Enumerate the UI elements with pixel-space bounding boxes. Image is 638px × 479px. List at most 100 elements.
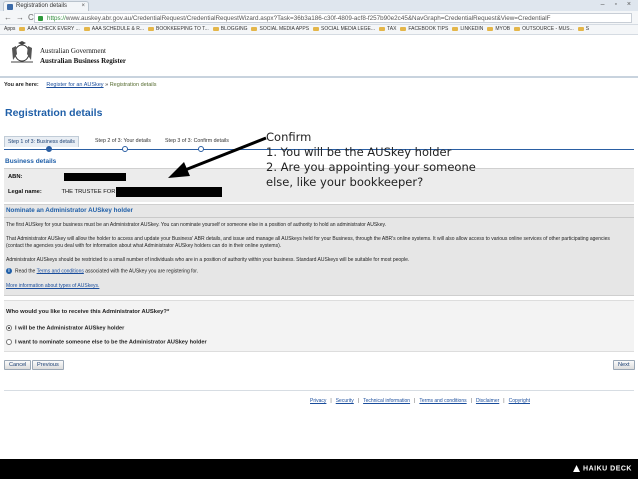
abn-redaction (64, 173, 126, 181)
branding-text: HAIKU DECK (583, 465, 632, 473)
bookmark-label: S (585, 26, 590, 32)
bookmark-item[interactable]: BOOKKEEPING TO T... (148, 26, 209, 32)
browser-tab-bar: Registration details × – ▫ × (0, 0, 638, 11)
breadcrumb-current: Registration details (109, 82, 157, 88)
lock-icon (38, 16, 43, 21)
option-self-label: I will be the Administrator AUSkey holde… (15, 325, 125, 332)
terms-link[interactable]: Terms and conditions (37, 268, 84, 274)
folder-icon (251, 26, 258, 31)
annotation-arrow-icon (168, 136, 267, 178)
footer-link[interactable]: Privacy (310, 398, 326, 404)
folder-icon (313, 26, 320, 31)
bookmark-label: Apps (4, 26, 16, 32)
bookmark-label: MYOB (495, 26, 511, 32)
holder-question: Who would you like to receive this Admin… (6, 309, 170, 315)
footer-links: Privacy | Security | Technical information | T… (310, 398, 530, 404)
haiku-deck-logo-icon (573, 465, 581, 472)
terms-row: i Read the Terms and conditions associate… (6, 268, 628, 275)
footer-separator: | (470, 398, 472, 404)
forward-icon[interactable]: → (16, 13, 28, 22)
annotation-line-4: else, like your bookkeeper? (266, 175, 424, 189)
annotation-line-1: Confirm (266, 130, 312, 144)
breadcrumb-link[interactable]: Register for an AUSkey (46, 82, 103, 88)
bookmark-item[interactable]: Apps (4, 26, 15, 32)
terms-suffix: associated with the AUSkey you are regis… (85, 268, 199, 275)
footer-separator: | (503, 398, 505, 404)
bookmark-item[interactable]: SOCIAL MEDIA APPS (251, 26, 309, 32)
nominate-para-2: That Administrator AUSkey will allow the… (6, 236, 610, 249)
site-header: Australian Government Australian Busines… (0, 36, 638, 76)
footer-separator: | (330, 398, 332, 404)
next-button[interactable]: Next (613, 360, 635, 370)
footer-link[interactable]: Terms and conditions (419, 398, 466, 404)
footer-link[interactable]: Disclaimer (476, 398, 499, 404)
info-icon: i (6, 268, 12, 274)
nav-buttons[interactable]: ←→C (4, 13, 38, 22)
radio-self[interactable] (6, 325, 12, 331)
business-details-heading: Business details (5, 158, 57, 165)
register-line: Australian Business Register (40, 57, 126, 65)
url-prefix: https:// (47, 15, 66, 22)
terms-prefix: Read the (15, 268, 36, 275)
presentation-footer-bar: HAIKU DECK (0, 459, 638, 479)
breadcrumb-separator: » (105, 82, 109, 88)
folder-icon (148, 26, 154, 31)
agency-name: Australian Government Australian Busines… (40, 46, 126, 66)
folder-icon (400, 26, 407, 31)
step-business-details: Step 1 of 3: Business details (4, 136, 79, 147)
holder-question-panel: Who would you like to receive this Admin… (4, 300, 634, 352)
bookmark-item[interactable]: OUTSOURCE - MUS... (514, 26, 574, 32)
breadcrumb: You are here: Register for an AUSkey » R… (4, 82, 156, 88)
option-nominate-other[interactable]: I want to nominate someone else to be th… (6, 339, 207, 345)
abn-row: ABN: (8, 174, 23, 180)
step-1-marker (46, 146, 52, 152)
legal-name-label: Legal name: (8, 189, 42, 195)
tab-title: Registration details (16, 3, 68, 9)
footer-link[interactable]: Copyright (509, 398, 530, 404)
cancel-button[interactable]: Cancel (4, 360, 32, 370)
radio-nominate-other[interactable] (6, 339, 12, 345)
bookmark-item[interactable]: S (577, 26, 590, 32)
browser-tab[interactable]: Registration details × (3, 1, 89, 11)
folder-icon (452, 26, 459, 31)
folder-icon (577, 26, 584, 31)
bookmark-label: TAX (387, 26, 397, 32)
bookmark-label: OUTSOURCE - MUS... (522, 26, 574, 32)
folder-icon (19, 26, 26, 31)
favicon-icon (7, 4, 13, 10)
annotation-line-2: 1. You will be the AUSkey holder (266, 145, 452, 159)
bookmark-item[interactable]: AAA CHECK EVERY ... (19, 26, 80, 32)
more-info-row: More information about types of AUSkeys. (6, 283, 628, 290)
previous-button[interactable]: Previous (32, 360, 64, 370)
footer-link[interactable]: Technical information (363, 398, 410, 404)
footer-separator: | (414, 398, 416, 404)
breadcrumb-prefix: You are here: (4, 82, 39, 88)
bookmark-item[interactable]: BLOGGING (212, 26, 248, 32)
bookmark-label: SOCIAL MEDIA LEGE... (321, 26, 376, 32)
legal-name-redaction (116, 187, 222, 197)
bookmark-item[interactable]: LINKEDIN (452, 26, 483, 32)
bookmark-item[interactable]: AAA SCHEDULE & R... (83, 26, 144, 32)
option-self[interactable]: I will be the Administrator AUSkey holde… (6, 325, 124, 331)
tab-close-icon[interactable]: × (81, 2, 85, 11)
coat-of-arms-icon (11, 41, 33, 63)
government-line: Australian Government (40, 47, 106, 55)
more-info-link[interactable]: More information about types of AUSkeys. (6, 283, 99, 289)
bookmark-label: FACEBOOK TIPS (408, 26, 449, 32)
nominate-para-1: The first AUSkey for your business must … (6, 222, 387, 228)
window-controls[interactable]: – ▫ × (601, 1, 635, 8)
bookmark-label: SOCIAL MEDIA APPS (259, 26, 310, 32)
legal-name-row: Legal name: THE TRUSTEE FOR T (8, 189, 121, 195)
bookmark-item[interactable]: MYOB (487, 26, 510, 32)
back-icon[interactable]: ← (4, 13, 16, 22)
bookmark-label: BLOGGING (220, 26, 248, 32)
bookmark-item[interactable]: TAX (379, 26, 396, 32)
step-your-details: Step 2 of 3: Your details (95, 138, 151, 144)
bookmark-item[interactable]: FACEBOOK TIPS (400, 26, 448, 32)
bookmark-item[interactable]: SOCIAL MEDIA LEGE... (313, 26, 375, 32)
haiku-deck-branding: HAIKU DECK (573, 465, 632, 472)
url-field[interactable]: https://www.auskey.abr.gov.au/Credential… (34, 13, 632, 23)
footer-link[interactable]: Security (336, 398, 354, 404)
folder-icon (83, 26, 90, 31)
header-divider (0, 76, 638, 78)
